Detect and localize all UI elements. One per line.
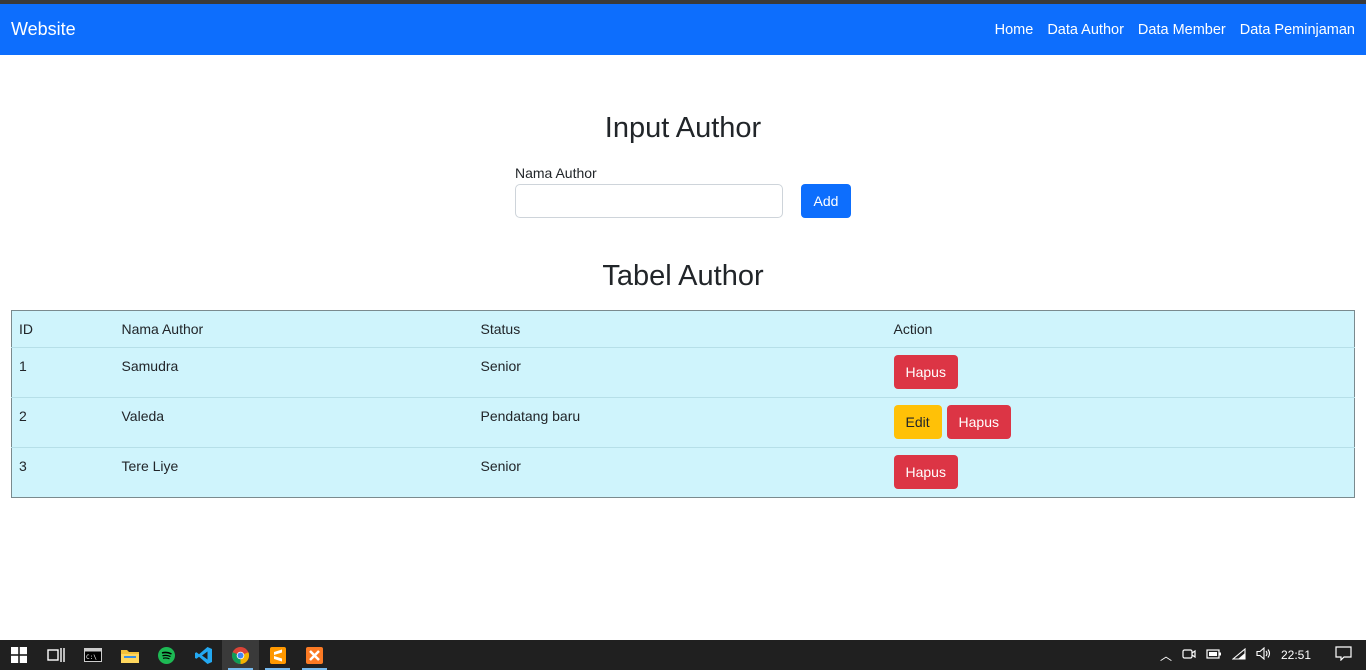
system-tray: ︿ 22:51 <box>1160 646 1366 664</box>
hapus-button[interactable]: Hapus <box>893 355 958 389</box>
meet-now-icon[interactable] <box>1182 647 1196 664</box>
table-row: 1 Samudra Senior Hapus <box>11 347 1355 398</box>
terminal-icon[interactable]: C:\ <box>74 640 111 670</box>
nav-link-data-member[interactable]: Data Member <box>1138 22 1226 38</box>
file-explorer-icon[interactable] <box>111 640 148 670</box>
cell-status: Senior <box>480 458 521 474</box>
svg-text:C:\: C:\ <box>86 654 97 661</box>
edit-button[interactable]: Edit <box>893 405 942 439</box>
cell-nama-author: Tere Liye <box>121 458 179 474</box>
wifi-icon[interactable] <box>1231 647 1246 663</box>
table-header-row: ID Nama Author Status Action <box>12 311 1355 348</box>
table-row: 3 Tere Liye Senior Hapus <box>11 447 1355 498</box>
battery-icon[interactable] <box>1206 648 1222 663</box>
tabel-author-title: Tabel Author <box>602 260 764 292</box>
windows-start-icon[interactable] <box>0 640 37 670</box>
cell-id: 3 <box>19 458 27 474</box>
volume-icon[interactable] <box>1256 646 1271 663</box>
hapus-button[interactable]: Hapus <box>893 455 958 489</box>
add-button[interactable]: Add <box>801 184 851 218</box>
header-nama-author: Nama Author <box>121 321 204 337</box>
nav-link-home[interactable]: Home <box>995 22 1034 38</box>
hapus-button[interactable]: Hapus <box>946 405 1011 439</box>
chevron-up-icon[interactable]: ︿ <box>1160 647 1172 664</box>
header-id: ID <box>19 321 33 337</box>
header-status: Status <box>480 321 521 337</box>
nav-links: Home Data Author Data Member Data Peminj… <box>995 22 1355 38</box>
chrome-icon[interactable] <box>222 640 259 670</box>
cell-nama-author: Valeda <box>121 408 165 424</box>
navbar-brand[interactable]: Website <box>11 19 76 40</box>
cell-id: 2 <box>19 408 27 424</box>
vscode-icon[interactable] <box>185 640 222 670</box>
table-row: 2 Valeda Pendatang baru Edit Hapus <box>11 397 1355 448</box>
header-action: Action <box>893 321 933 337</box>
cell-action: Edit Hapus <box>887 398 1355 448</box>
nav-link-data-author[interactable]: Data Author <box>1047 22 1124 38</box>
cell-id: 1 <box>19 358 27 374</box>
cell-status: Senior <box>480 358 521 374</box>
nav-link-data-peminjaman[interactable]: Data Peminjaman <box>1240 22 1355 38</box>
nama-author-input[interactable] <box>515 184 783 218</box>
cell-action: Hapus <box>887 448 1355 498</box>
sublime-icon[interactable] <box>259 640 296 670</box>
xampp-icon[interactable] <box>296 640 333 670</box>
clock[interactable]: 22:51 <box>1281 648 1311 662</box>
cell-status: Pendatang baru <box>480 408 581 424</box>
cell-action: Hapus <box>887 348 1355 398</box>
notification-icon[interactable] <box>1335 646 1352 664</box>
spotify-icon[interactable] <box>148 640 185 670</box>
cell-nama-author: Samudra <box>121 358 179 374</box>
author-table: ID Nama Author Status Action 1 Samudra S… <box>11 310 1355 498</box>
taskbar: C:\ ︿ 22:51 <box>0 640 1366 670</box>
nama-author-label: Nama Author <box>515 165 597 181</box>
input-author-title: Input Author <box>604 112 762 144</box>
task-view-icon[interactable] <box>37 640 74 670</box>
navbar: Website Home Data Author Data Member Dat… <box>0 4 1366 55</box>
